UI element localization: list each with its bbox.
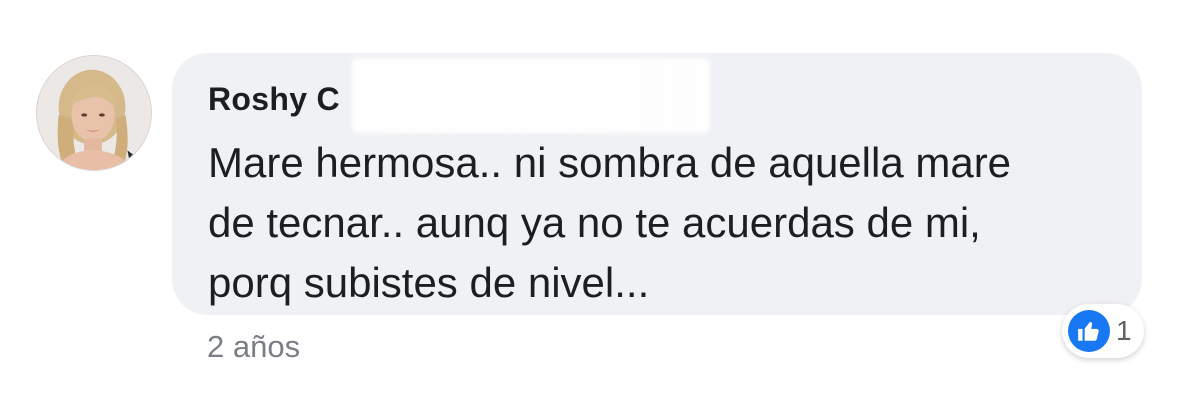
- comment-message-line: de tecnar.. aunq ya no te acuerdas de mi…: [208, 199, 981, 246]
- comment-message: Mare hermosa.. ni sombra de aquella mare…: [208, 133, 1108, 313]
- comment-timestamp[interactable]: 2 años: [207, 329, 300, 365]
- comment-message-line: porq subistes de nivel...: [208, 259, 650, 306]
- comment-author[interactable]: Roshy C: [208, 81, 340, 118]
- redaction-mask: [352, 58, 710, 133]
- avatar-photo: [37, 56, 151, 170]
- avatar[interactable]: [36, 55, 152, 171]
- comment-message-line: Mare hermosa.. ni sombra de aquella mare: [208, 139, 1012, 186]
- comment-thread: Roshy C Mare hermosa.. ni sombra de aque…: [0, 0, 1200, 404]
- reaction-summary[interactable]: 1: [1062, 304, 1144, 358]
- comment-bubble[interactable]: Roshy C Mare hermosa.. ni sombra de aque…: [172, 53, 1142, 315]
- reaction-count: 1: [1116, 315, 1132, 346]
- thumbs-up-icon: [1068, 310, 1110, 352]
